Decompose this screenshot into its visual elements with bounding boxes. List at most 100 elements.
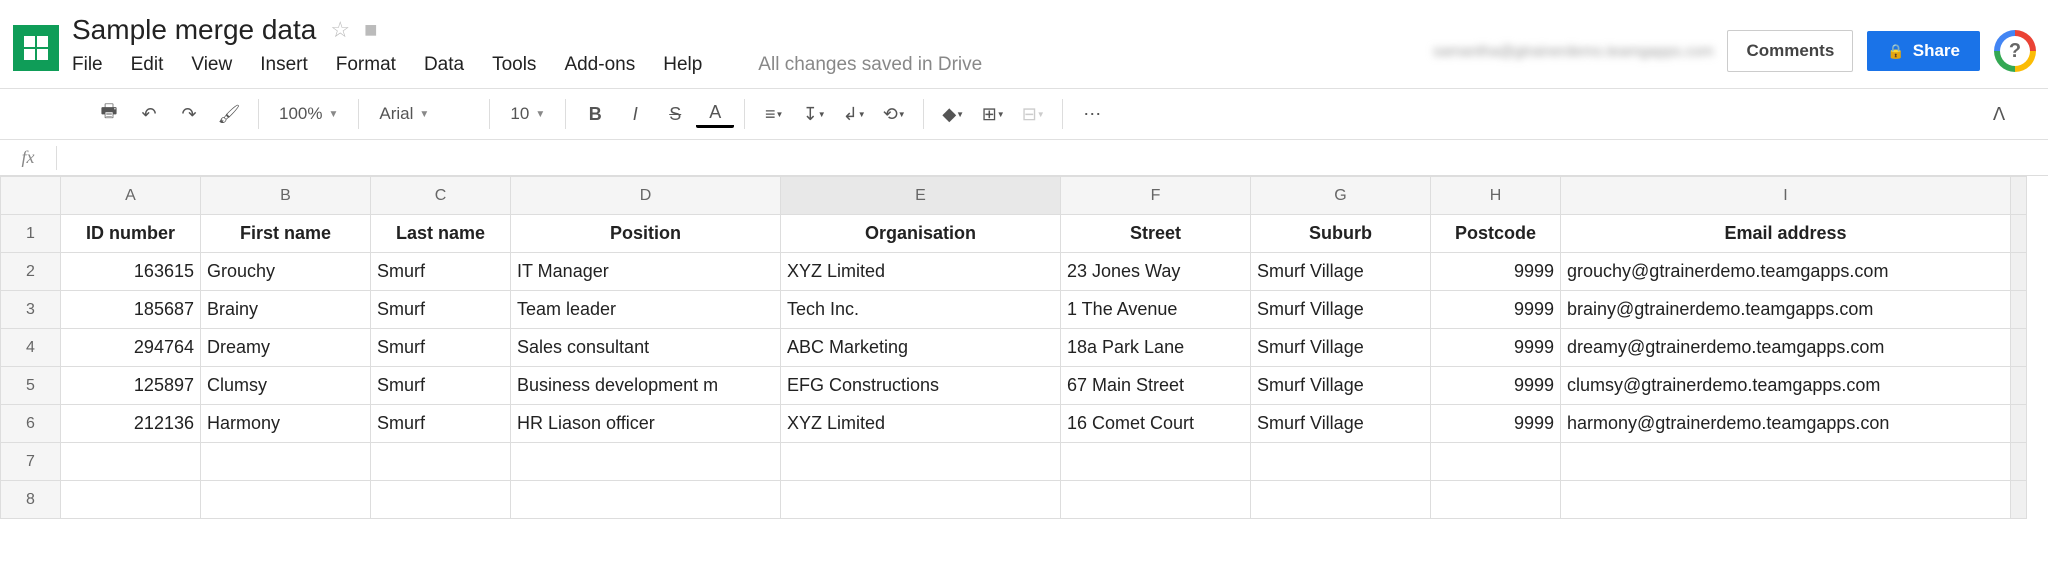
cell[interactable] [1251, 481, 1431, 519]
redo-icon[interactable]: ↷ [170, 96, 208, 132]
cell[interactable]: Smurf Village [1251, 329, 1431, 367]
font-dropdown[interactable]: Arial▼ [369, 96, 479, 132]
col-header[interactable]: C [371, 177, 511, 215]
cell[interactable]: Harmony [201, 405, 371, 443]
row-header[interactable]: 4 [1, 329, 61, 367]
cell[interactable]: Street [1061, 215, 1251, 253]
cell[interactable]: harmony@gtrainerdemo.teamgapps.con [1561, 405, 2011, 443]
row-header[interactable]: 6 [1, 405, 61, 443]
menu-file[interactable]: File [72, 54, 103, 76]
italic-button[interactable]: I [616, 96, 654, 132]
app-logo[interactable] [0, 8, 72, 88]
folder-icon[interactable]: ■ [364, 17, 377, 43]
collapse-toolbar-icon[interactable]: ᐱ [1980, 96, 2018, 132]
cell[interactable]: Smurf Village [1251, 367, 1431, 405]
cell[interactable]: 125897 [61, 367, 201, 405]
cell[interactable]: Smurf [371, 329, 511, 367]
strikethrough-button[interactable]: S [656, 96, 694, 132]
cell[interactable]: 294764 [61, 329, 201, 367]
cell[interactable]: ABC Marketing [781, 329, 1061, 367]
row-header[interactable]: 5 [1, 367, 61, 405]
cell[interactable]: Sales consultant [511, 329, 781, 367]
bold-button[interactable]: B [576, 96, 614, 132]
col-header[interactable]: D [511, 177, 781, 215]
menu-tools[interactable]: Tools [492, 54, 536, 76]
col-header[interactable]: A [61, 177, 201, 215]
cell[interactable]: Smurf [371, 367, 511, 405]
spreadsheet-grid[interactable]: A B C D E F G H I 1 ID number First name… [0, 176, 2027, 519]
cell[interactable]: Smurf [371, 253, 511, 291]
row-header[interactable]: 7 [1, 443, 61, 481]
cell[interactable]: Business development m [511, 367, 781, 405]
vertical-scrollbar[interactable] [2011, 177, 2027, 215]
menu-format[interactable]: Format [336, 54, 396, 76]
cell[interactable]: Smurf Village [1251, 291, 1431, 329]
row-header[interactable]: 8 [1, 481, 61, 519]
cell[interactable]: 9999 [1431, 253, 1561, 291]
cell[interactable] [61, 443, 201, 481]
text-color-button[interactable]: A [696, 100, 734, 128]
cell[interactable] [61, 481, 201, 519]
cell[interactable]: 9999 [1431, 291, 1561, 329]
menu-addons[interactable]: Add-ons [564, 54, 635, 76]
cell[interactable]: Team leader [511, 291, 781, 329]
cell[interactable]: 212136 [61, 405, 201, 443]
menu-data[interactable]: Data [424, 54, 464, 76]
document-title[interactable]: Sample merge data [72, 14, 316, 46]
cell[interactable]: brainy@gtrainerdemo.teamgapps.com [1561, 291, 2011, 329]
cell[interactable] [1431, 481, 1561, 519]
cell[interactable]: Dreamy [201, 329, 371, 367]
share-button[interactable]: 🔒 Share [1867, 31, 1980, 71]
account-email[interactable]: samantha@gtrainerdemo.teamgapps.com [1433, 43, 1713, 60]
menu-view[interactable]: View [191, 54, 232, 76]
cell[interactable] [511, 443, 781, 481]
cell[interactable] [1431, 443, 1561, 481]
menu-edit[interactable]: Edit [131, 54, 164, 76]
wrap-button[interactable]: ↲▼ [835, 96, 873, 132]
cell[interactable]: 163615 [61, 253, 201, 291]
select-all-corner[interactable] [1, 177, 61, 215]
cell[interactable]: Organisation [781, 215, 1061, 253]
cell[interactable] [1561, 443, 2011, 481]
comments-button[interactable]: Comments [1727, 30, 1853, 72]
cell[interactable] [371, 481, 511, 519]
cell[interactable]: 67 Main Street [1061, 367, 1251, 405]
print-icon[interactable]: 🖶 [90, 96, 128, 132]
cell[interactable] [1061, 481, 1251, 519]
cell[interactable] [1561, 481, 2011, 519]
row-header[interactable]: 2 [1, 253, 61, 291]
cell[interactable] [201, 481, 371, 519]
undo-icon[interactable]: ↶ [130, 96, 168, 132]
cell[interactable]: 23 Jones Way [1061, 253, 1251, 291]
cell[interactable]: Brainy [201, 291, 371, 329]
formula-input[interactable] [57, 148, 2048, 168]
cell[interactable] [511, 481, 781, 519]
cell[interactable]: Smurf [371, 291, 511, 329]
cell[interactable]: Grouchy [201, 253, 371, 291]
cell[interactable]: Clumsy [201, 367, 371, 405]
paint-format-icon[interactable]: 🖌 [210, 96, 248, 132]
font-size-dropdown[interactable]: 10▼ [500, 96, 555, 132]
cell[interactable]: Suburb [1251, 215, 1431, 253]
cell[interactable]: EFG Constructions [781, 367, 1061, 405]
cell[interactable]: 9999 [1431, 329, 1561, 367]
cell[interactable]: Tech Inc. [781, 291, 1061, 329]
col-header[interactable]: I [1561, 177, 2011, 215]
cell[interactable]: ID number [61, 215, 201, 253]
cell[interactable] [1061, 443, 1251, 481]
cell[interactable]: Smurf [371, 405, 511, 443]
col-header[interactable]: E [781, 177, 1061, 215]
col-header[interactable]: B [201, 177, 371, 215]
zoom-dropdown[interactable]: 100%▼ [269, 96, 348, 132]
cell[interactable]: IT Manager [511, 253, 781, 291]
cell[interactable]: Smurf Village [1251, 253, 1431, 291]
cell[interactable]: Last name [371, 215, 511, 253]
cell[interactable]: 18a Park Lane [1061, 329, 1251, 367]
cell[interactable]: Postcode [1431, 215, 1561, 253]
rotate-button[interactable]: ⟲▼ [875, 96, 913, 132]
align-button[interactable]: ≡▼ [755, 96, 793, 132]
borders-button[interactable]: ⊞▼ [974, 96, 1012, 132]
merge-button[interactable]: ⊟▼ [1014, 96, 1052, 132]
cell[interactable]: HR Liason officer [511, 405, 781, 443]
cell[interactable]: Position [511, 215, 781, 253]
